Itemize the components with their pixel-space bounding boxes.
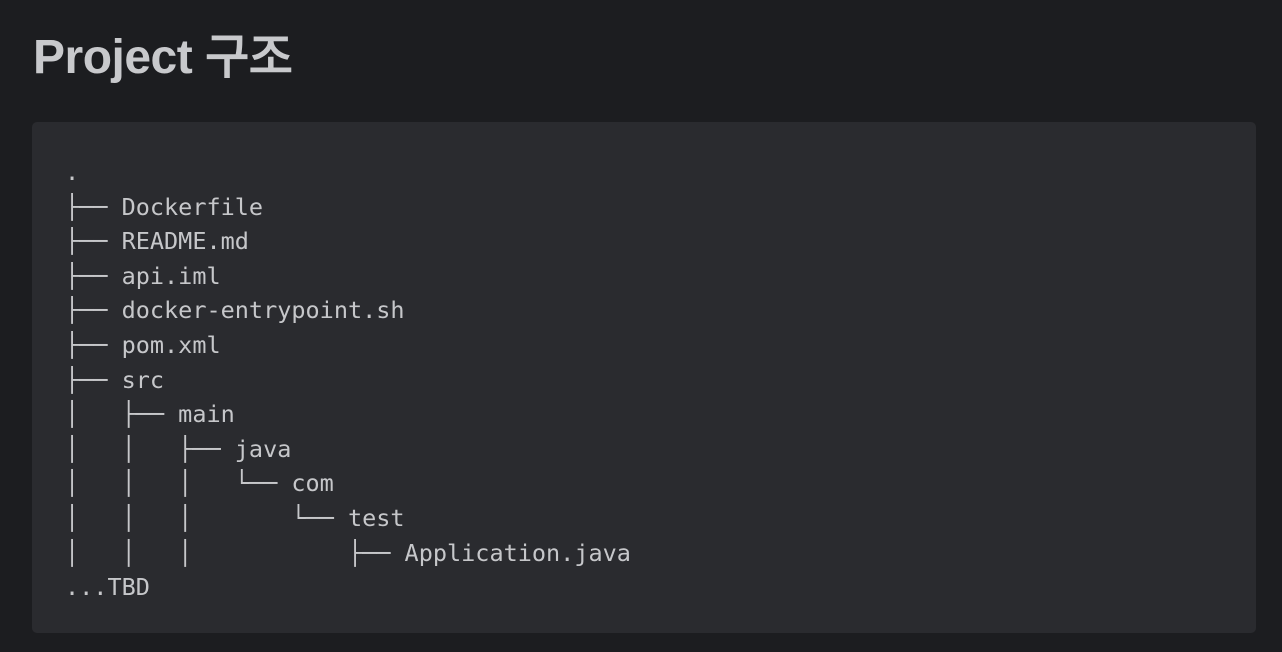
tree-line-dockerfile: ├── Dockerfile (65, 192, 264, 221)
tree-line-pom-xml: ├── pom.xml (65, 330, 221, 359)
tree-line-main: │ ├── main (65, 400, 235, 429)
tree-line-java: │ │ ├── java (65, 434, 292, 463)
code-block: . ├── Dockerfile ├── README.md ├── api.i… (32, 122, 1256, 633)
tree-line-src: ├── src (65, 365, 165, 394)
page-title: Project 구조 (33, 31, 293, 84)
tree-line-api-iml: ├── api.iml (65, 261, 221, 290)
tree-line-test: │ │ │ └── test (65, 503, 405, 532)
tree-line-docker-entrypoint: ├── docker-entrypoint.sh (65, 296, 405, 325)
tree-line-com: │ │ │ └── com (65, 469, 334, 498)
tree-line-root: . (65, 158, 80, 186)
tree-line-application-java: │ │ │ ├── Application.java (65, 538, 631, 567)
tree-line-tbd: ...TBD (65, 573, 150, 602)
file-tree: . ├── Dockerfile ├── README.md ├── api.i… (65, 155, 631, 605)
tree-line-readme: ├── README.md (65, 227, 249, 256)
